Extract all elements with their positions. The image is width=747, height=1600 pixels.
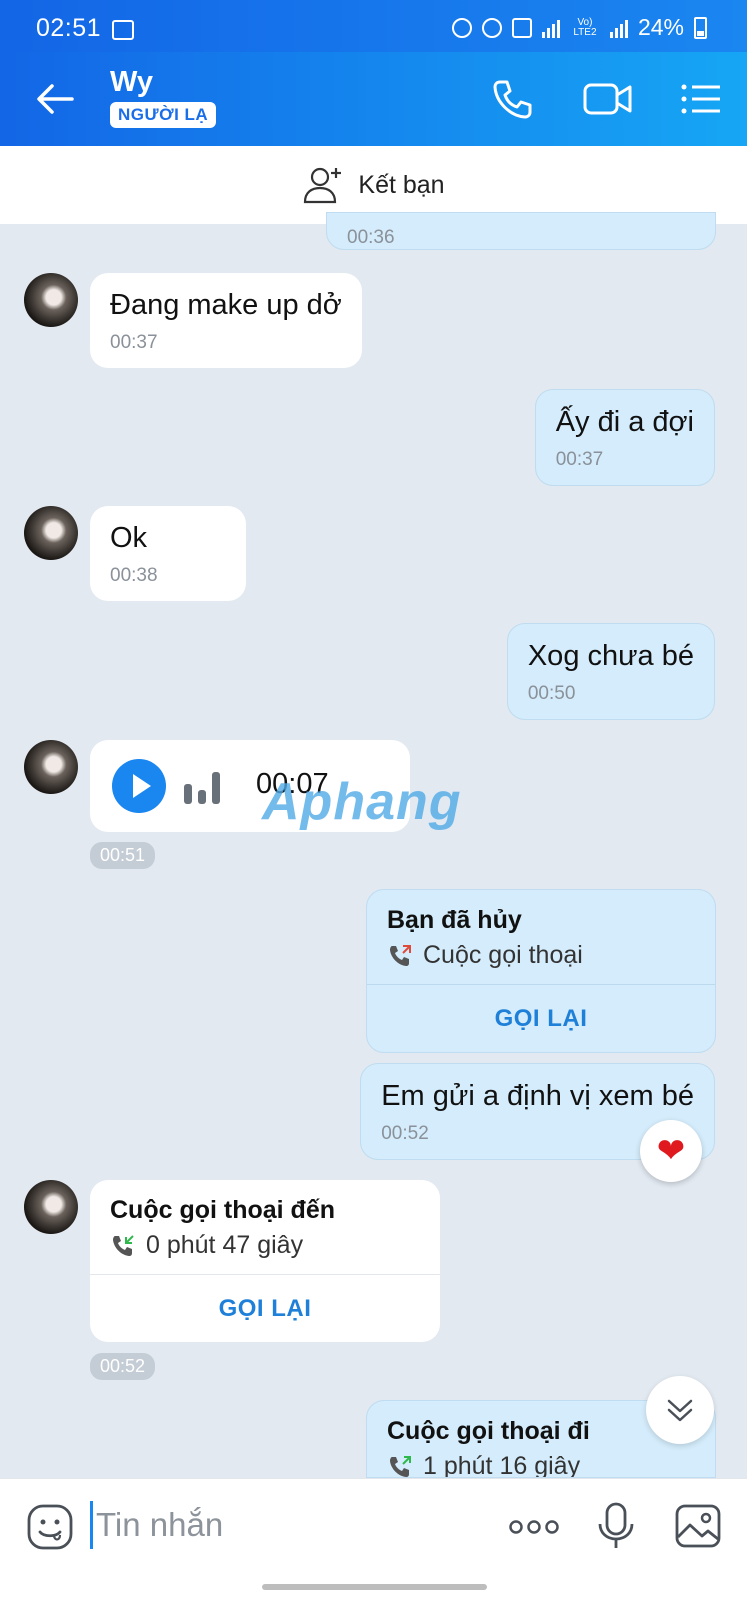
avatar[interactable]: [24, 1180, 78, 1234]
message-time: 00:37: [555, 449, 604, 470]
call-back-button[interactable]: GỌI LẠI: [367, 984, 715, 1052]
home-indicator[interactable]: [262, 1584, 487, 1590]
call-card-incoming[interactable]: Cuộc gọi thoại đến 0 phút 47 giây GỌI LẠ…: [90, 1180, 440, 1342]
menu-list-icon[interactable]: [678, 76, 724, 122]
message-input[interactable]: [96, 1503, 476, 1547]
message-time: 00:36: [347, 227, 395, 248]
call-title: Bạn đã hủy: [387, 906, 522, 934]
alarm-icon: [481, 17, 502, 38]
message-bubble-in[interactable]: Ok 00:38: [90, 506, 246, 601]
message-bubble-out[interactable]: 00:36: [326, 212, 716, 250]
call-subtitle: 1 phút 16 giây: [423, 1452, 581, 1478]
call-title: Cuộc gọi thoại đến: [110, 1196, 335, 1224]
battery-percent: 24%: [637, 14, 684, 40]
recycle-icon: [451, 17, 472, 38]
status-icons: Vo) LTE2 24%: [451, 14, 707, 41]
network-label: Vo) LTE2: [573, 16, 597, 38]
message-bubble-in[interactable]: Đang make up dở 00:37: [90, 273, 362, 368]
incoming-call-icon: [113, 1234, 134, 1256]
avatar[interactable]: [24, 273, 78, 327]
message-input-bar: [0, 1478, 747, 1600]
message-text: Ấy đi a đợi: [555, 406, 694, 438]
call-subtitle: 0 phút 47 giây: [146, 1231, 304, 1259]
message-time: 00:37: [110, 332, 158, 353]
video-call-icon[interactable]: [582, 76, 634, 122]
message-bubble-out[interactable]: Ấy đi a đợi 00:37: [534, 389, 715, 486]
battery-icon: [694, 16, 707, 39]
image-gallery-icon[interactable]: [674, 1503, 722, 1549]
call-back-button[interactable]: GỌI LẠI: [90, 1274, 440, 1342]
heart-reaction-icon[interactable]: ❤: [640, 1120, 702, 1182]
message-time: 00:38: [110, 565, 158, 586]
stranger-badge: NGƯỜI LẠ: [110, 102, 217, 128]
call-card-cancelled[interactable]: Bạn đã hủy Cuộc gọi thoại GỌI LẠI: [366, 889, 716, 1053]
message-time: 00:51: [90, 842, 156, 869]
text-caret: [90, 1501, 93, 1549]
wifi-icon: [541, 18, 560, 38]
message-text: Ok: [110, 522, 148, 554]
phone-call-icon[interactable]: [490, 76, 536, 122]
chat-header: Wy NGƯỜI LẠ: [0, 52, 747, 146]
signal-icon: [609, 18, 628, 38]
gallery-notification-icon: [112, 20, 134, 40]
add-friend-icon: [304, 167, 342, 204]
outgoing-call-icon: [390, 1455, 411, 1477]
avatar[interactable]: [24, 506, 78, 560]
double-chevron-down-icon: [667, 1399, 693, 1422]
avatar[interactable]: [24, 740, 78, 794]
call-subtitle: Cuộc gọi thoại: [423, 941, 583, 969]
status-bar: 02:51 Vo) LTE2 24%: [0, 0, 747, 52]
status-time: 02:51: [36, 14, 102, 42]
sticker-emoji-icon[interactable]: [26, 1503, 74, 1551]
message-text: Đang make up dở: [110, 289, 342, 321]
add-friend-label: Kết bạn: [358, 170, 445, 199]
scroll-to-bottom-button[interactable]: [646, 1376, 714, 1444]
contact-name[interactable]: Wy: [110, 66, 153, 99]
message-time: 00:52: [90, 1353, 156, 1380]
waveform-icon: [184, 770, 220, 804]
message-text: Xog chưa bé: [527, 640, 694, 672]
more-options-icon[interactable]: [508, 1519, 560, 1535]
message-text: Em gửi a định vị xem bé: [381, 1080, 694, 1112]
play-icon[interactable]: [112, 759, 166, 813]
mute-icon: [511, 17, 532, 38]
back-arrow-icon[interactable]: [32, 76, 78, 122]
missed-call-icon: [390, 944, 411, 966]
message-bubble-out[interactable]: Xog chưa bé 00:50: [506, 623, 715, 720]
message-time: 00:50: [527, 683, 576, 704]
watermark: Aphang: [262, 773, 462, 831]
microphone-icon[interactable]: [594, 1501, 638, 1551]
